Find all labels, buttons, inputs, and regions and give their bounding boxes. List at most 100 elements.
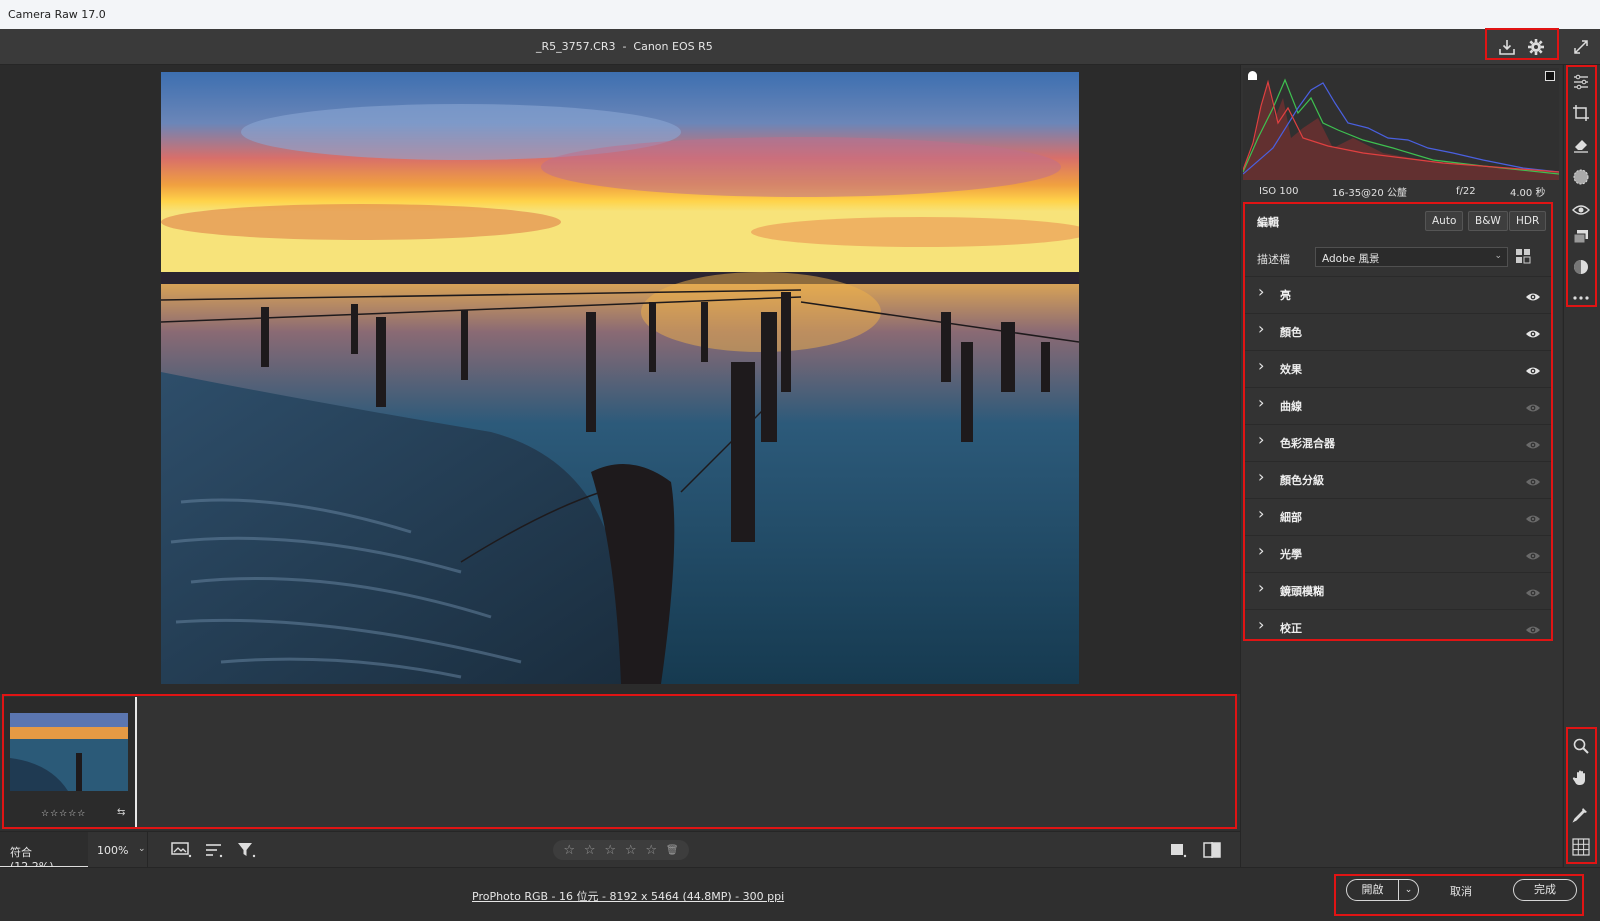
eye-icon[interactable] xyxy=(1525,436,1541,455)
chevron-right-icon[interactable]: › xyxy=(1258,356,1264,375)
open-options-chevron-icon[interactable]: ⌄ xyxy=(1399,885,1418,895)
edit-section[interactable]: › 光學 xyxy=(1245,535,1551,571)
bw-button[interactable]: B&W xyxy=(1468,211,1508,231)
hdr-button[interactable]: HDR xyxy=(1509,211,1547,231)
before-after-icon[interactable] xyxy=(1202,841,1222,863)
edit-section-label: 曲線 xyxy=(1280,400,1302,413)
cancel-button[interactable]: 取消 xyxy=(1450,883,1472,899)
filter-icon[interactable] xyxy=(236,841,256,863)
exif-lens: 16-35@20 公釐 xyxy=(1332,187,1407,199)
profile-select[interactable]: Adobe 風景 ⌄ xyxy=(1315,247,1508,267)
done-button[interactable]: 完成 xyxy=(1513,879,1577,901)
eraser-icon[interactable] xyxy=(1570,134,1592,156)
profile-browser-icon[interactable] xyxy=(1515,248,1531,268)
hand-tool-icon[interactable] xyxy=(1570,767,1592,789)
edit-section-label: 校正 xyxy=(1280,622,1302,635)
rating-star-4[interactable]: ☆ xyxy=(625,843,637,858)
edit-section[interactable]: › 鏡頭模糊 xyxy=(1245,572,1551,608)
edit-sliders-icon[interactable] xyxy=(1570,71,1592,93)
rating-star-2[interactable]: ☆ xyxy=(584,843,596,858)
thumbnail-rating[interactable]: ☆☆☆☆☆ xyxy=(41,809,86,819)
rating-star-3[interactable]: ☆ xyxy=(604,843,616,858)
chevron-right-icon[interactable]: › xyxy=(1258,282,1264,301)
edit-section-label: 色彩混合器 xyxy=(1280,437,1335,450)
save-icon[interactable] xyxy=(1497,37,1517,57)
chevron-right-icon[interactable]: › xyxy=(1258,578,1264,597)
more-options-icon[interactable] xyxy=(1570,287,1592,309)
chevron-right-icon[interactable]: › xyxy=(1258,393,1264,412)
rating-star-5[interactable]: ☆ xyxy=(645,843,657,858)
edit-section[interactable]: › 效果 xyxy=(1245,350,1551,386)
header-bar: _R5_3757.CR3 - Canon EOS R5 xyxy=(0,29,1600,65)
workflow-options-link[interactable]: ProPhoto RGB - 16 位元 - 8192 x 5464 (44.8… xyxy=(472,888,784,904)
eye-icon[interactable] xyxy=(1525,621,1541,640)
gear-icon[interactable] xyxy=(1526,37,1546,57)
chevron-right-icon[interactable]: › xyxy=(1258,504,1264,523)
red-eye-icon[interactable] xyxy=(1570,199,1592,221)
histogram xyxy=(1242,68,1560,180)
edit-title: 編輯 xyxy=(1257,216,1279,229)
rating-star-1[interactable]: ☆ xyxy=(563,843,575,858)
zoom-dropdown-chevron-icon[interactable]: ⌄ xyxy=(138,844,146,854)
crop-icon[interactable] xyxy=(1570,102,1592,124)
fullscreen-icon[interactable] xyxy=(1571,37,1591,57)
eye-icon[interactable] xyxy=(1525,510,1541,529)
mask-icon[interactable] xyxy=(1570,166,1592,188)
filmstrip-options-icon[interactable] xyxy=(171,841,193,863)
status-bar: ProPhoto RGB - 16 位元 - 8192 x 5464 (44.8… xyxy=(0,867,1600,921)
window-title-bar: Camera Raw 17.0 xyxy=(0,0,1600,29)
open-button[interactable]: 開啟 ⌄ xyxy=(1346,879,1419,901)
exif-aperture: f/22 xyxy=(1456,185,1476,197)
shadow-clipping-icon[interactable] xyxy=(1248,71,1257,80)
zoom-fit-button[interactable]: 符合 (12.2%) xyxy=(0,832,88,873)
edit-section[interactable]: › 亮 xyxy=(1245,276,1551,312)
edit-section-label: 細部 xyxy=(1280,511,1302,524)
edit-section[interactable]: › 校正 xyxy=(1245,609,1551,645)
edit-section[interactable]: › 細部 xyxy=(1245,498,1551,534)
eye-icon[interactable] xyxy=(1525,473,1541,492)
chevron-down-icon: ⌄ xyxy=(1494,251,1502,261)
filmstrip xyxy=(0,694,1240,830)
eye-icon[interactable] xyxy=(1525,288,1541,307)
profile-label: 描述檔 xyxy=(1257,253,1290,266)
chevron-right-icon[interactable]: › xyxy=(1258,615,1264,634)
edit-section-label: 鏡頭模糊 xyxy=(1280,585,1324,598)
exif-iso: ISO 100 xyxy=(1259,185,1299,197)
chevron-right-icon[interactable]: › xyxy=(1258,319,1264,338)
edit-section[interactable]: › 顏色 xyxy=(1245,313,1551,349)
eye-icon[interactable] xyxy=(1525,362,1541,381)
preview-photo[interactable] xyxy=(161,72,1079,684)
trash-icon[interactable]: 🗑 xyxy=(666,845,679,856)
edit-section-label: 顏色分級 xyxy=(1280,474,1324,487)
eye-icon[interactable] xyxy=(1525,584,1541,603)
edit-section[interactable]: › 曲線 xyxy=(1245,387,1551,423)
auto-button[interactable]: Auto xyxy=(1425,211,1464,231)
edit-section[interactable]: › 顏色分級 xyxy=(1245,461,1551,497)
eyedropper-icon[interactable] xyxy=(1570,803,1592,825)
presets-icon[interactable] xyxy=(1570,256,1592,278)
profile-row: 描述檔 Adobe 風景 ⌄ xyxy=(1245,243,1551,273)
chevron-right-icon[interactable]: › xyxy=(1258,430,1264,449)
file-title: _R5_3757.CR3 - Canon EOS R5 xyxy=(536,40,713,53)
edit-section-label: 效果 xyxy=(1280,363,1302,376)
window-title: Camera Raw 17.0 xyxy=(8,8,106,21)
bottom-toolbar: 符合 (12.2%) 100% ⌄ ☆ ☆ ☆ ☆ ☆ 🗑 xyxy=(0,831,1240,873)
eye-icon[interactable] xyxy=(1525,399,1541,418)
snapshots-icon[interactable] xyxy=(1570,226,1592,248)
single-view-icon[interactable] xyxy=(1169,841,1187,863)
open-button-label[interactable]: 開啟 xyxy=(1347,880,1399,900)
edit-section[interactable]: › 色彩混合器 xyxy=(1245,424,1551,460)
exif-info: ISO 100 16-35@20 公釐 f/22 4.00 秒 xyxy=(1243,180,1559,202)
highlight-clipping-icon[interactable] xyxy=(1545,71,1555,81)
zoom-tool-icon[interactable] xyxy=(1570,735,1592,757)
exif-shutter: 4.00 秒 xyxy=(1510,187,1546,199)
grid-overlay-icon[interactable] xyxy=(1570,836,1592,858)
filmstrip-thumbnail[interactable]: ☆☆☆☆☆ ⇆ xyxy=(3,697,137,827)
sort-icon[interactable] xyxy=(204,841,224,863)
chevron-right-icon[interactable]: › xyxy=(1258,467,1264,486)
edit-header: 編輯 Auto B&W HDR xyxy=(1245,206,1551,236)
eye-icon[interactable] xyxy=(1525,325,1541,344)
eye-icon[interactable] xyxy=(1525,547,1541,566)
chevron-right-icon[interactable]: › xyxy=(1258,541,1264,560)
edited-badge-icon: ⇆ xyxy=(117,807,126,818)
